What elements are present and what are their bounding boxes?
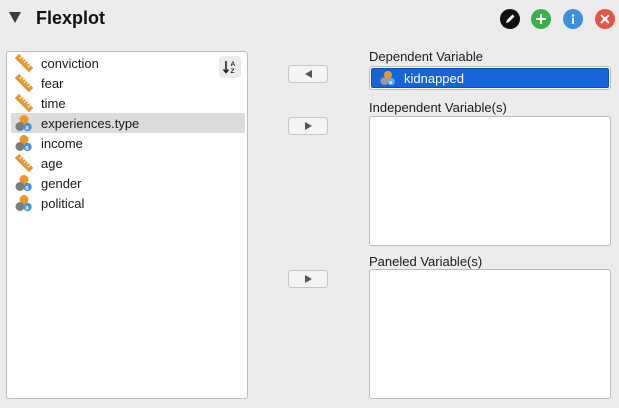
scale-icon xyxy=(15,154,33,172)
dependent-variable-box[interactable]: a kidnapped xyxy=(369,66,611,90)
info-button[interactable] xyxy=(563,9,583,29)
collapse-arrow-icon[interactable] xyxy=(9,12,21,23)
close-icon xyxy=(600,14,610,24)
variable-label: fear xyxy=(41,75,64,91)
arrow-right-icon xyxy=(304,275,312,283)
add-button[interactable] xyxy=(531,9,551,29)
variable-label: age xyxy=(41,155,63,171)
variable-item[interactable]: a income xyxy=(11,133,245,153)
variable-label: income xyxy=(41,135,83,151)
move-paneled-button[interactable] xyxy=(288,270,328,288)
variable-label: political xyxy=(41,195,85,211)
variable-label: time xyxy=(41,95,66,111)
dependent-variable-item[interactable]: a kidnapped xyxy=(371,68,609,88)
scale-icon xyxy=(15,54,33,72)
variable-label: experiences.type xyxy=(41,115,140,131)
variable-item[interactable]: fear xyxy=(11,73,245,93)
independent-variables-box[interactable] xyxy=(369,116,611,246)
close-button[interactable] xyxy=(595,9,615,29)
info-icon xyxy=(571,14,575,24)
variable-label: conviction xyxy=(41,55,99,71)
nominal-text-icon: a xyxy=(15,135,32,152)
panel-header: Flexplot xyxy=(0,0,619,38)
available-variables-list[interactable]: A Z conviction fear time a experiences.t… xyxy=(6,51,248,399)
arrow-left-icon xyxy=(304,70,312,78)
scale-icon xyxy=(15,74,33,92)
nominal-text-icon: a xyxy=(15,115,32,132)
variable-item[interactable]: a gender xyxy=(11,173,245,193)
nominal-text-icon: a xyxy=(15,175,32,192)
scale-icon xyxy=(15,94,33,112)
independent-variables-label: Independent Variable(s) xyxy=(369,100,507,115)
nominal-text-icon: a xyxy=(380,70,395,86)
panel-title: Flexplot xyxy=(36,8,106,28)
variable-item[interactable]: a political xyxy=(11,193,245,213)
pencil-icon xyxy=(506,14,515,23)
dependent-variable-label: Dependent Variable xyxy=(369,49,483,64)
move-independent-button[interactable] xyxy=(288,117,328,135)
variable-item-selected[interactable]: a experiences.type xyxy=(11,113,245,133)
move-dependent-button[interactable] xyxy=(288,65,328,83)
variable-item[interactable]: conviction xyxy=(11,53,245,73)
plus-icon xyxy=(536,14,546,24)
dependent-variable-value: kidnapped xyxy=(404,70,464,86)
paneled-variables-box[interactable] xyxy=(369,269,611,399)
variable-item[interactable]: time xyxy=(11,93,245,113)
variable-label: gender xyxy=(41,175,82,191)
edit-button[interactable] xyxy=(500,9,520,29)
paneled-variables-label: Paneled Variable(s) xyxy=(369,254,483,269)
arrow-right-icon xyxy=(304,122,312,130)
svg-text:a: a xyxy=(389,80,392,86)
nominal-text-icon: a xyxy=(15,195,32,212)
variable-item[interactable]: age xyxy=(11,153,245,173)
